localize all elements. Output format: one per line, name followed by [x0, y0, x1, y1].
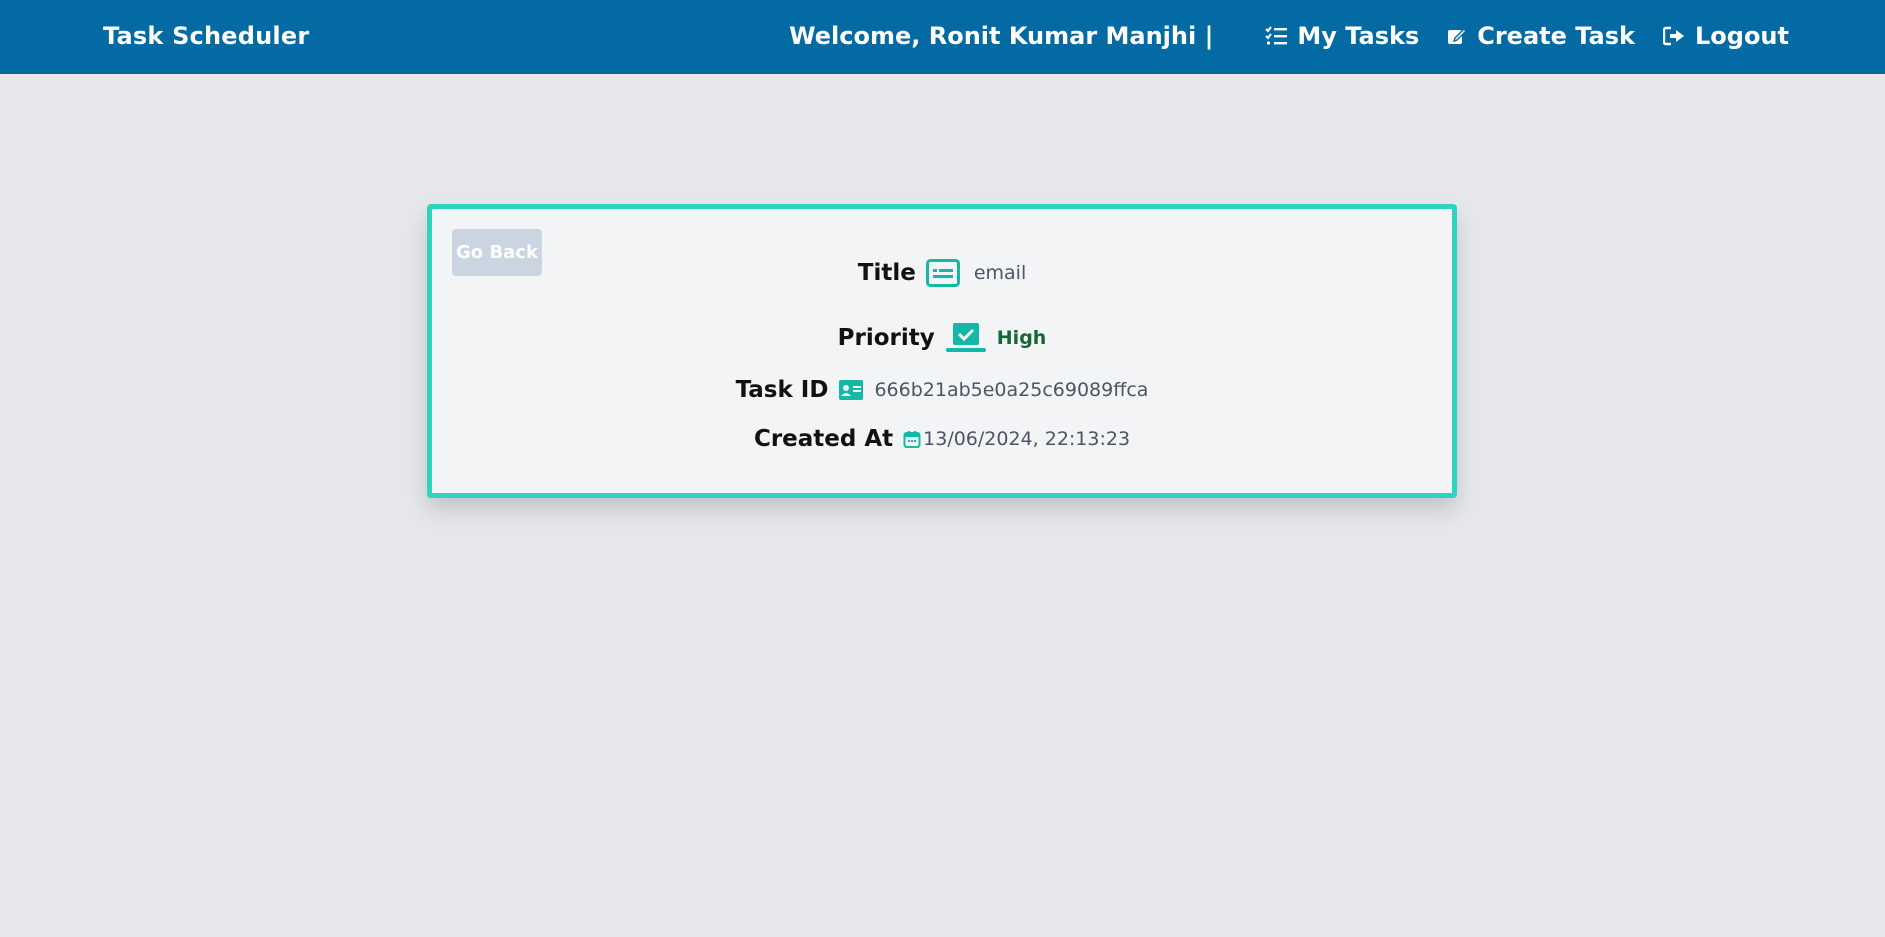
task-id-label: Task ID: [735, 377, 829, 403]
title-card-icon: [925, 259, 960, 287]
calendar-icon: [903, 431, 921, 448]
task-id-value: 666b21ab5e0a25c69089ffca: [874, 379, 1149, 401]
welcome-text: Welcome, Ronit Kumar Manjhi |: [789, 22, 1214, 50]
nav-my-tasks[interactable]: My Tasks: [1265, 22, 1419, 50]
priority-label: Priority: [837, 325, 935, 351]
nav-logout[interactable]: Logout: [1662, 22, 1789, 50]
laptop-check-icon: [945, 323, 986, 352]
priority-value: High: [996, 327, 1047, 349]
nav-my-tasks-label: My Tasks: [1297, 22, 1420, 50]
nav-create-task-label: Create Task: [1477, 22, 1635, 50]
task-id-row: Task ID 666b21ab5e0a25c69089ffca: [432, 377, 1452, 403]
nav-right: Welcome, Ronit Kumar Manjhi | My Tasks C…: [789, 22, 1789, 50]
title-value: email: [973, 262, 1027, 284]
list-check-icon: [1265, 26, 1288, 45]
created-at-value: 13/06/2024, 22:13:23: [923, 428, 1131, 450]
brand-title[interactable]: Task Scheduler: [103, 22, 309, 50]
nav-create-task[interactable]: Create Task: [1447, 22, 1635, 50]
task-details-card: Go Back Title email Priority High Task I…: [427, 204, 1457, 498]
created-at-label: Created At: [753, 426, 894, 452]
navbar: Task Scheduler Welcome, Ronit Kumar Manj…: [0, 0, 1885, 74]
created-at-row: Created At 13/06/2024, 22:13:23: [432, 426, 1452, 452]
nav-logout-label: Logout: [1694, 22, 1789, 50]
priority-row: Priority High: [432, 322, 1452, 354]
logout-icon: [1662, 26, 1684, 46]
title-label: Title: [857, 260, 916, 286]
title-row: Title email: [432, 259, 1452, 287]
id-card-icon: [839, 380, 864, 400]
pen-to-square-icon: [1448, 28, 1468, 44]
